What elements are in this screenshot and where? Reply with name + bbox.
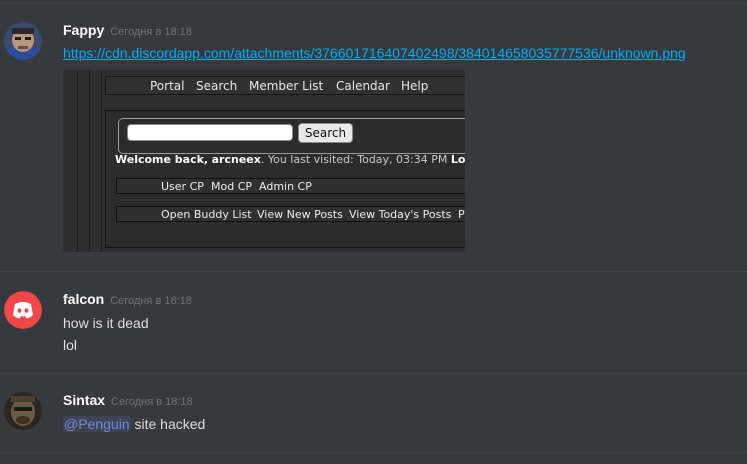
forum-cp-bar: User CP Mod CP Admin CP [116,178,465,194]
avatar[interactable] [4,291,42,329]
message-line: @Penguin site hacked [63,416,205,432]
message-header: Fappy Сегодня в 18:18 [63,22,192,40]
username[interactable]: Sintax [63,392,105,408]
forum-nav-item: Help [401,79,429,93]
forum-cp-link: Admin CP [259,180,312,193]
attachment-link[interactable]: https://cdn.discordapp.com/attachments/3… [63,45,686,61]
message-line: lol [63,337,78,353]
forum-rail [89,70,90,252]
avatar-fappy-image [4,22,42,60]
forum-quick-link: View Today's Posts [349,208,452,221]
discord-logo-icon [4,291,42,329]
forum-navbar: Portal Search Member List Calendar Help [105,76,465,95]
forum-cp-link: Mod CP [211,180,253,193]
forum-welcome-prefix: Welcome back, [115,153,209,166]
avatar-sintax-image [4,392,42,430]
message-divider [0,373,747,374]
message-line: how is it dead [63,315,149,331]
forum-nav-item: Search [196,79,238,93]
forum-cp-link: User CP [161,180,204,193]
forum-welcome-tail: Log [450,153,465,166]
forum-nav-item: Calendar [336,79,390,93]
message-text: site hacked [130,416,206,432]
avatar[interactable] [4,392,42,430]
forum-search-button: Search [298,123,353,143]
forum-search-input [127,124,293,141]
timestamp: Сегодня в 18:18 [111,396,193,408]
forum-rail [101,70,102,252]
forum-quick-link: View New Posts [257,208,343,221]
forum-welcome-suffix: . You last visited: Today, 03:34 PM [260,153,448,166]
forum-quick-link: Open Buddy List [161,208,252,221]
forum-rail [77,70,78,252]
message-divider [0,452,747,453]
timestamp: Сегодня в 18:18 [110,295,192,307]
avatar[interactable] [4,22,42,60]
top-divider [0,3,747,4]
forum-nav-item: Member List [249,79,324,93]
forum-welcome-text: Welcome back, arcneex. You last visited:… [115,153,465,166]
attachment-image[interactable]: Portal Search Member List Calendar Help … [63,70,465,252]
forum-welcome-user: arcneex [211,153,261,166]
user-mention[interactable]: @Penguin [63,416,131,432]
message-divider [0,271,747,272]
message-header: Sintax Сегодня в 18:18 [63,392,193,410]
timestamp: Сегодня в 18:18 [110,26,192,38]
forum-quick-bar: Open Buddy List View New Posts View Toda… [116,206,465,222]
forum-quick-link: P [458,208,465,221]
message-header: falcon Сегодня в 18:18 [63,291,192,309]
username[interactable]: falcon [63,291,104,307]
username[interactable]: Fappy [63,22,104,38]
forum-nav-item: Portal [150,79,185,93]
message-line: https://cdn.discordapp.com/attachments/3… [63,45,686,61]
